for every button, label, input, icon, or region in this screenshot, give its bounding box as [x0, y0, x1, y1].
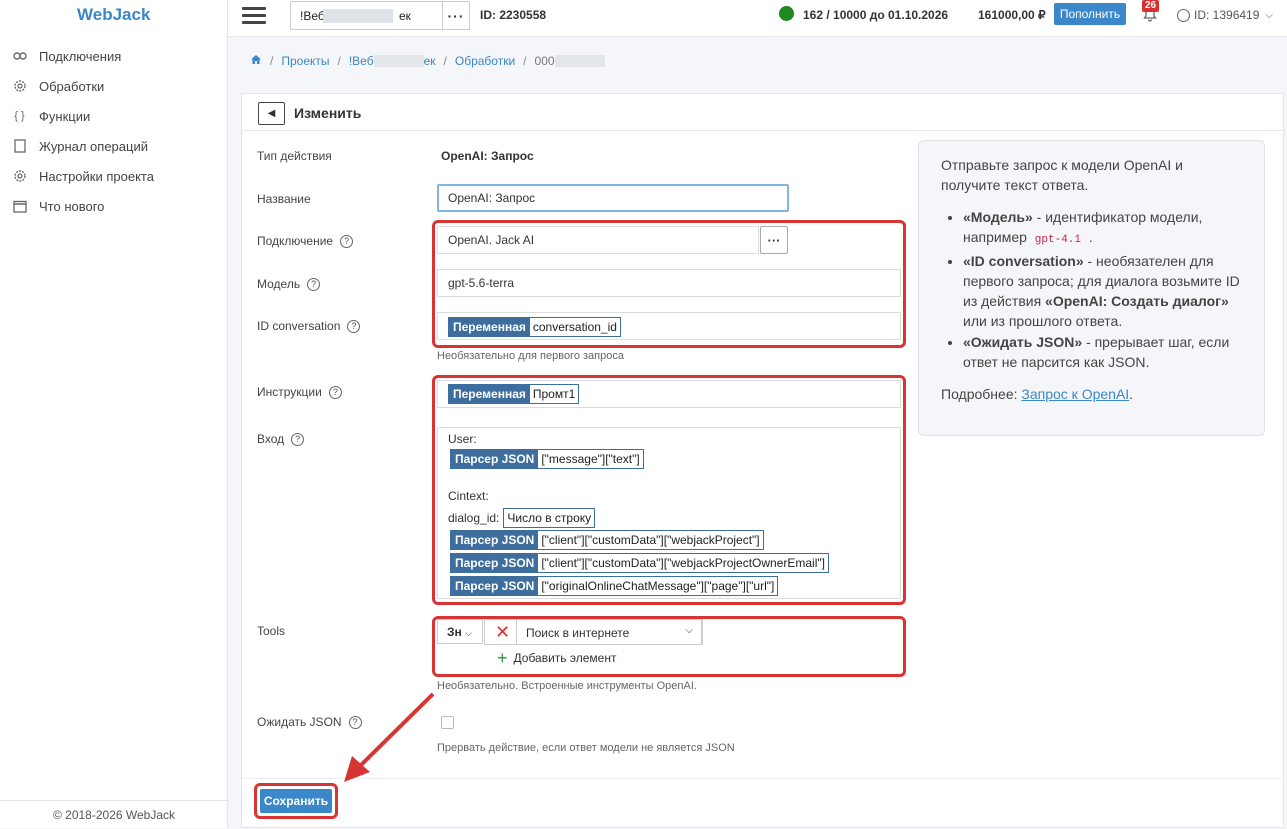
calendar-icon	[12, 199, 27, 214]
project-name: !Веб	[300, 9, 325, 23]
redacted-text	[323, 9, 393, 23]
balance: 161000,00 ₽	[978, 8, 1046, 22]
chevron-down-icon: ⌵	[1265, 9, 1273, 21]
highlight-box	[432, 616, 906, 677]
conversation-label: ID conversation?	[257, 319, 361, 333]
sidebar-item-connections[interactable]: Подключения	[0, 41, 228, 71]
sidebar-item-functions[interactable]: { } Функции	[0, 101, 228, 131]
user-icon	[1177, 8, 1190, 22]
redacted-text	[373, 55, 424, 67]
sidebar-item-label: Подключения	[39, 48, 122, 64]
copyright: © 2018-2026 WebJack	[0, 800, 228, 828]
gear-icon	[12, 169, 27, 184]
name-label: Название	[257, 192, 311, 206]
project-menu-button[interactable]: ···	[442, 1, 470, 30]
sidebar-item-settings[interactable]: Настройки проекта	[0, 161, 228, 191]
conversation-hint: Необязательно для первого запроса	[437, 350, 624, 362]
gear-icon	[12, 79, 27, 94]
info-bullet: «ID conversation» - необязателен для пер…	[963, 251, 1242, 331]
sidebar-item-whats-new[interactable]: Что нового	[0, 191, 228, 221]
project-name-suffix: ек	[399, 9, 411, 23]
info-intro: Отправьте запрос к модели OpenAI и получ…	[941, 157, 1183, 193]
connection-label: Подключение?	[257, 234, 354, 248]
annotation-arrow-icon	[344, 692, 435, 782]
highlight-box	[432, 220, 906, 348]
topup-button[interactable]: Пополнить	[1054, 3, 1126, 25]
sidebar-item-log[interactable]: Журнал операций	[0, 131, 228, 161]
tools-label: Tools	[257, 624, 286, 638]
sidebar-item-label: Журнал операций	[39, 138, 148, 154]
back-button[interactable]: ◀	[258, 102, 285, 125]
link-icon	[12, 49, 27, 64]
info-panel: Отправьте запрос к модели OpenAI и получ…	[918, 140, 1265, 436]
breadcrumb-project[interactable]: !Веб	[349, 54, 374, 68]
status-indicator	[779, 6, 794, 21]
sidebar-item-label: Обработки	[39, 78, 105, 94]
json-hint: Прервать действие, если ответ модели не …	[437, 742, 735, 754]
name-input[interactable]: OpenAI: Запрос	[437, 184, 789, 212]
breadcrumb-current: 000	[534, 54, 555, 68]
highlight-box	[432, 375, 906, 605]
highlight-box: Сохранить	[254, 783, 338, 819]
home-icon[interactable]	[250, 54, 262, 68]
user-menu[interactable]: ID: 1396419 ⌵	[1177, 8, 1273, 22]
info-bullet: «Модель» - идентификатор модели, наприме…	[963, 207, 1242, 250]
breadcrumb-processing[interactable]: Обработки	[455, 54, 515, 68]
user-id: ID: 1396419	[1194, 8, 1260, 22]
page-title: Изменить	[294, 105, 362, 121]
card-header: ◀ Изменить	[242, 94, 1283, 131]
help-icon[interactable]: ?	[307, 277, 321, 291]
topbar: !Веб ек ··· ID: 2230558 162 / 10000 до 0…	[228, 0, 1287, 37]
sidebar: WebJack Подключения Обработки { } Функци…	[0, 0, 228, 828]
project-id: ID: 2230558	[480, 8, 547, 22]
model-label: Модель?	[257, 277, 321, 291]
project-selector[interactable]: !Веб ек ···	[290, 1, 470, 30]
help-icon[interactable]: ?	[347, 319, 361, 333]
info-bullet: «Ожидать JSON» - прерывает шаг, если отв…	[963, 332, 1242, 372]
docs-link[interactable]: Запрос к OpenAI	[1021, 386, 1129, 402]
breadcrumb: / Проекты / !Веб ек / Обработки / 000	[250, 54, 605, 68]
input-label: Вход?	[257, 432, 305, 446]
sidebar-item-label: Функции	[39, 108, 91, 124]
breadcrumb-project-suffix[interactable]: ек	[424, 54, 436, 68]
help-icon[interactable]: ?	[340, 234, 354, 248]
help-icon[interactable]: ?	[328, 385, 342, 399]
save-button[interactable]: Сохранить	[260, 789, 332, 813]
usage-limits: 162 / 10000 до 01.10.2026	[803, 8, 949, 22]
info-more: Подробнее: Запрос к OpenAI.	[941, 386, 1134, 402]
sidebar-item-label: Настройки проекта	[39, 168, 154, 184]
sidebar-item-label: Что нового	[39, 198, 105, 214]
help-icon[interactable]: ?	[291, 432, 305, 446]
chevron-left-icon: ◀	[267, 108, 276, 119]
logo[interactable]: WebJack	[77, 5, 150, 25]
instructions-label: Инструкции?	[257, 385, 342, 399]
redacted-text	[554, 55, 605, 67]
menu-toggle-icon[interactable]	[242, 7, 266, 27]
sidebar-nav: Подключения Обработки { } Функции Журнал…	[0, 41, 228, 221]
braces-icon: { }	[14, 110, 25, 122]
sidebar-item-processing[interactable]: Обработки	[0, 71, 228, 101]
action-type-value: OpenAI: Запрос	[441, 149, 534, 163]
tools-hint: Необязательно. Встроенные инструменты Op…	[437, 680, 697, 692]
action-type-label: Тип действия	[257, 149, 332, 163]
document-icon	[12, 139, 27, 154]
breadcrumb-projects[interactable]: Проекты	[281, 54, 329, 68]
notification-count: 26	[1142, 0, 1160, 12]
